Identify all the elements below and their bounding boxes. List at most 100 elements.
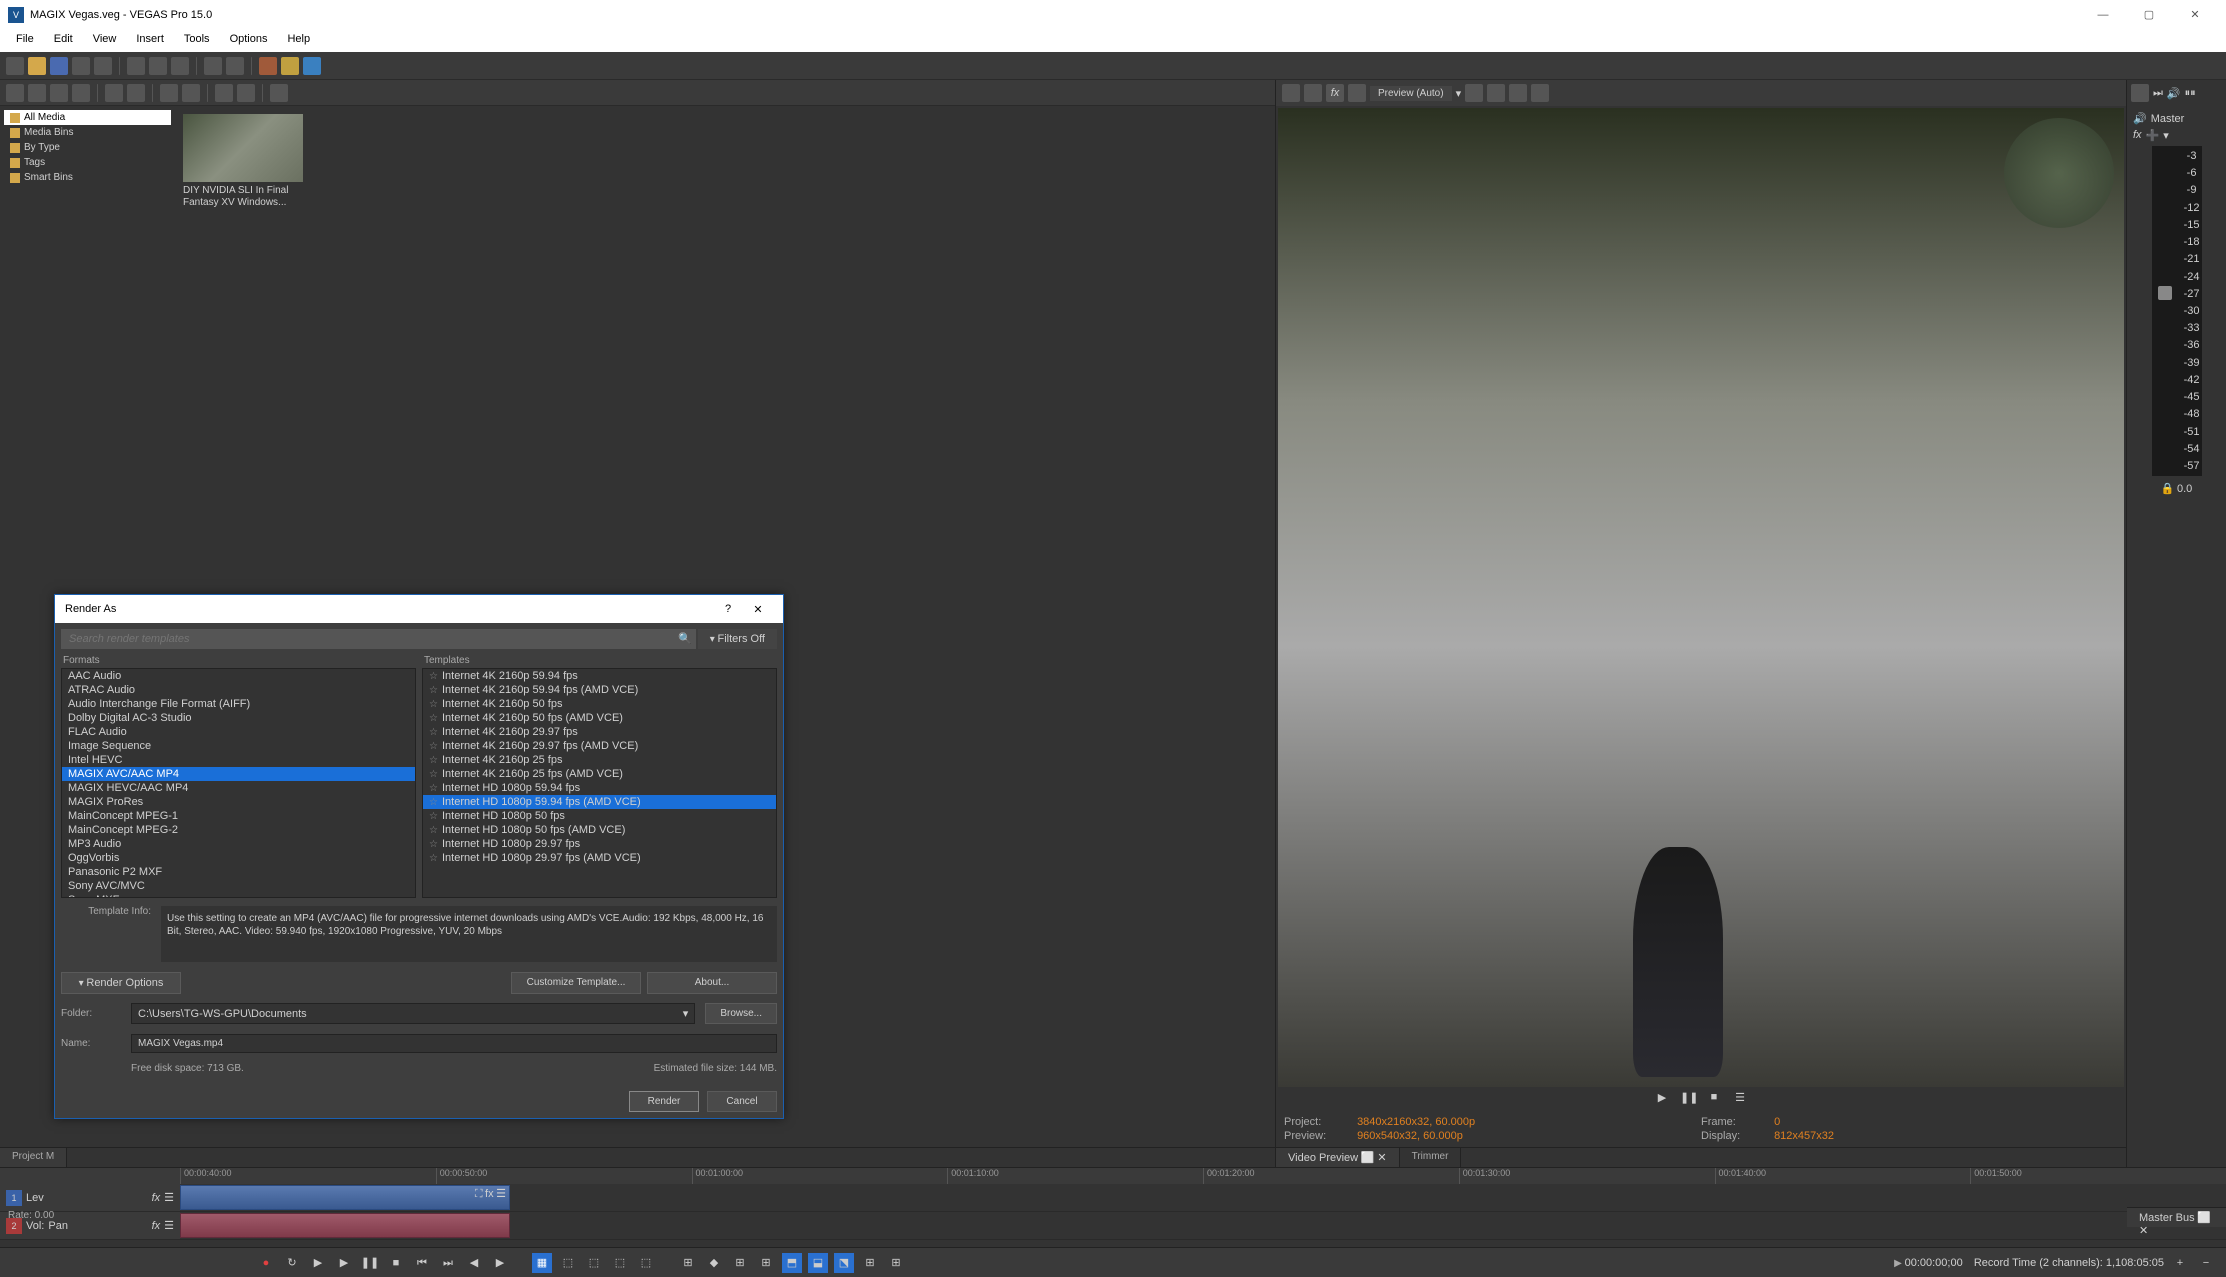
capture-icon[interactable] [50, 84, 68, 102]
tool-icon[interactable]: ⬚ [584, 1253, 604, 1273]
tree-media-bins[interactable]: Media Bins [4, 125, 171, 140]
menu-icon[interactable]: ☰ [496, 1188, 506, 1200]
tab-video-preview[interactable]: Video Preview ⬜ ✕ [1276, 1148, 1400, 1167]
tool-icon[interactable] [259, 57, 277, 75]
format-item[interactable]: MP3 Audio [62, 837, 415, 851]
maximize-button[interactable]: ▢ [2126, 0, 2172, 30]
go-start-icon[interactable]: ⏮ [412, 1253, 432, 1273]
browse-button[interactable]: Browse... [705, 1003, 777, 1024]
template-item[interactable]: Internet HD 1080p 50 fps (AMD VCE) [423, 823, 776, 837]
audio-clip[interactable] [180, 1213, 510, 1238]
templates-list[interactable]: Internet 4K 2160p 59.94 fps Internet 4K 2… [422, 668, 777, 898]
menu-view[interactable]: View [83, 30, 127, 52]
get-media-icon[interactable] [72, 84, 90, 102]
views-icon[interactable] [127, 84, 145, 102]
menu-icon[interactable]: ☰ [164, 1219, 174, 1232]
format-item[interactable]: Intel HEVC [62, 753, 415, 767]
search-icon[interactable]: 🔍 [678, 632, 692, 649]
play-icon[interactable]: ▶ [334, 1253, 354, 1273]
fx-icon[interactable]: fx [2133, 129, 2142, 142]
insert-icon[interactable]: ➕ [2146, 129, 2160, 142]
tool-icon[interactable]: ⬚ [610, 1253, 630, 1273]
folder-dropdown[interactable]: C:\Users\TG-WS-GPU\Documents▾ [131, 1003, 695, 1024]
menu-tools[interactable]: Tools [174, 30, 220, 52]
menu-insert[interactable]: Insert [126, 30, 174, 52]
template-item[interactable]: Internet HD 1080p 29.97 fps (AMD VCE) [423, 851, 776, 865]
folder-icon[interactable] [28, 84, 46, 102]
chevron-down-icon[interactable]: ▾ [1456, 87, 1462, 100]
preview-quality-dropdown[interactable]: Preview (Auto) [1370, 86, 1452, 101]
format-item[interactable]: Panasonic P2 MXF [62, 865, 415, 879]
close-icon[interactable]: ✕ [1377, 1152, 1386, 1164]
format-item[interactable]: Sony MXF [62, 893, 415, 898]
video-track[interactable]: 1 Lev fx ☰ ⛶ fx ☰ [0, 1184, 2226, 1212]
template-item[interactable]: Internet 4K 2160p 50 fps [423, 697, 776, 711]
tab-project-media[interactable]: Project M [0, 1148, 67, 1167]
dim-icon[interactable]: 🔊 [2167, 87, 2181, 100]
open-icon[interactable] [28, 57, 46, 75]
menu-icon[interactable]: ☰ [164, 1191, 174, 1204]
track-lane-video[interactable]: ⛶ fx ☰ [180, 1184, 2226, 1211]
tree-tags[interactable]: Tags [4, 155, 171, 170]
lock-icon[interactable]: 🔒 [2161, 483, 2175, 495]
safe-icon[interactable] [1487, 84, 1505, 102]
tool-icon[interactable]: ⊞ [886, 1253, 906, 1273]
format-item[interactable]: MainConcept MPEG-1 [62, 809, 415, 823]
split-icon[interactable] [1348, 84, 1366, 102]
copy-snap-icon[interactable] [1509, 84, 1527, 102]
format-item[interactable]: ATRAC Audio [62, 683, 415, 697]
filters-dropdown[interactable]: ▾ Filters Off [698, 629, 777, 649]
chevron-down-icon[interactable]: ▾ [683, 1007, 689, 1020]
audio-track[interactable]: 2 Vol: Pan fx ☰ [0, 1212, 2226, 1240]
gear-icon[interactable] [2131, 84, 2149, 102]
tool-icon[interactable]: ⬔ [834, 1253, 854, 1273]
fx-icon[interactable]: fx [1326, 84, 1344, 102]
video-preview[interactable] [1278, 108, 2124, 1087]
redo-icon[interactable] [226, 57, 244, 75]
search-icon[interactable] [270, 84, 288, 102]
format-item[interactable]: Image Sequence [62, 739, 415, 753]
slip-icon[interactable]: ⛶ [475, 1188, 483, 1200]
menu-help[interactable]: Help [277, 30, 320, 52]
tool-icon[interactable]: ⬒ [782, 1253, 802, 1273]
loop-icon[interactable]: ↻ [282, 1253, 302, 1273]
menu-icon[interactable]: ☰ [1732, 1091, 1748, 1107]
template-item[interactable]: Internet 4K 2160p 59.94 fps [423, 669, 776, 683]
timeline-ruler[interactable]: 00:00:40:0000:00:50:0000:01:00:0000:01:1… [0, 1168, 2226, 1184]
tool-icon[interactable]: ⊞ [756, 1253, 776, 1273]
format-item[interactable]: Dolby Digital AC-3 Studio [62, 711, 415, 725]
external-icon[interactable] [1304, 84, 1322, 102]
fx-icon[interactable]: fx [152, 1220, 161, 1232]
next-frame-icon[interactable]: ▶ [490, 1253, 510, 1273]
track-lane-audio[interactable] [180, 1212, 2226, 1239]
tab-trimmer[interactable]: Trimmer [1400, 1148, 1462, 1167]
minimize-button[interactable]: — [2080, 0, 2126, 30]
play-icon[interactable] [160, 84, 178, 102]
tool-icon[interactable]: ⊞ [730, 1253, 750, 1273]
template-item[interactable]: Internet HD 1080p 59.94 fps [423, 781, 776, 795]
cut-icon[interactable] [127, 57, 145, 75]
remove-icon[interactable] [105, 84, 123, 102]
snap-icon[interactable]: ⊞ [678, 1253, 698, 1273]
template-item[interactable]: Internet 4K 2160p 29.97 fps [423, 725, 776, 739]
cancel-button[interactable]: Cancel [707, 1091, 777, 1112]
grid-icon[interactable] [237, 84, 255, 102]
search-input[interactable] [61, 629, 696, 649]
pause-icon[interactable]: ❚❚ [360, 1253, 380, 1273]
fx-icon[interactable]: fx [485, 1188, 494, 1200]
fader-thumb[interactable] [2158, 286, 2172, 300]
menu-options[interactable]: Options [220, 30, 278, 52]
undock-icon[interactable]: ⬜ [1361, 1152, 1375, 1164]
media-thumb[interactable]: DIY NVIDIA SLI In Final Fantasy XV Windo… [183, 114, 303, 212]
settings-icon[interactable] [1282, 84, 1300, 102]
fader-icon[interactable]: ⏸⏸ [2185, 87, 2196, 100]
new-icon[interactable] [6, 57, 24, 75]
tree-by-type[interactable]: By Type [4, 140, 171, 155]
format-item[interactable]: AAC Audio [62, 669, 415, 683]
help-icon[interactable] [303, 57, 321, 75]
tool-icon[interactable]: ⬚ [636, 1253, 656, 1273]
format-item[interactable]: MAGIX HEVC/AAC MP4 [62, 781, 415, 795]
video-clip[interactable]: ⛶ fx ☰ [180, 1185, 510, 1210]
template-item[interactable]: Internet 4K 2160p 29.97 fps (AMD VCE) [423, 739, 776, 753]
template-item[interactable]: Internet HD 1080p 50 fps [423, 809, 776, 823]
